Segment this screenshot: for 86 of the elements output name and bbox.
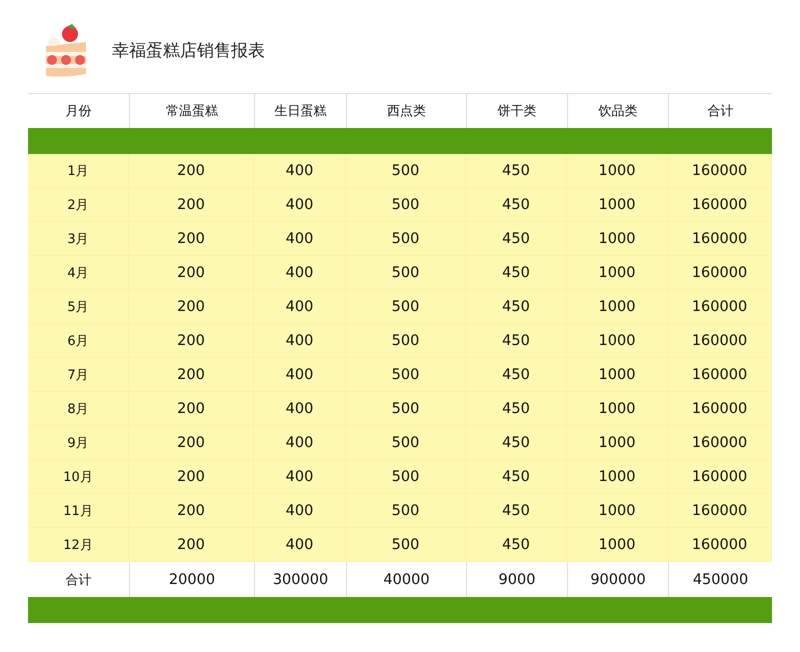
table-cell: 450 bbox=[466, 256, 567, 290]
table-cell: 200 bbox=[129, 426, 254, 460]
table-cell: 400 bbox=[254, 324, 346, 358]
table-cell: 500 bbox=[346, 154, 466, 188]
table-cell: 450 bbox=[466, 324, 567, 358]
table-cell: 200 bbox=[129, 358, 254, 392]
table-cell: 7月 bbox=[28, 358, 129, 392]
table-cell: 500 bbox=[346, 222, 466, 256]
table-cell: 160000 bbox=[668, 494, 772, 528]
table-cell: 500 bbox=[346, 528, 466, 562]
table-cell: 400 bbox=[254, 392, 346, 426]
table-cell: 4月 bbox=[28, 256, 129, 290]
table-cell: 160000 bbox=[668, 290, 772, 324]
table-cell: 160000 bbox=[668, 188, 772, 222]
table-cell: 200 bbox=[129, 324, 254, 358]
table-cell: 160000 bbox=[668, 528, 772, 562]
table-cell: 500 bbox=[346, 290, 466, 324]
table-cell: 1000 bbox=[567, 290, 668, 324]
table-cell: 1000 bbox=[567, 494, 668, 528]
table-cell: 400 bbox=[254, 358, 346, 392]
table-cell: 160000 bbox=[668, 154, 772, 188]
table-cell: 200 bbox=[129, 188, 254, 222]
table-cell: 450 bbox=[466, 154, 567, 188]
table-cell: 6月 bbox=[28, 324, 129, 358]
table-cell: 450 bbox=[466, 460, 567, 494]
table-cell: 500 bbox=[346, 256, 466, 290]
table-cell: 500 bbox=[346, 358, 466, 392]
table-cell: 400 bbox=[254, 528, 346, 562]
table-cell: 5月 bbox=[28, 290, 129, 324]
table-cell: 1000 bbox=[567, 460, 668, 494]
table-cell: 450 bbox=[466, 358, 567, 392]
table-cell: 500 bbox=[346, 392, 466, 426]
table-cell: 400 bbox=[254, 426, 346, 460]
table-cell: 500 bbox=[346, 426, 466, 460]
table-cell: 450 bbox=[466, 290, 567, 324]
table-cell: 160000 bbox=[668, 256, 772, 290]
table-cell: 160000 bbox=[668, 222, 772, 256]
table-cell: 10月 bbox=[28, 460, 129, 494]
table-cell: 400 bbox=[254, 460, 346, 494]
table-cell: 1000 bbox=[567, 528, 668, 562]
table-cell: 450 bbox=[466, 222, 567, 256]
table-cell: 160000 bbox=[668, 392, 772, 426]
table-cell: 200 bbox=[129, 154, 254, 188]
table-cell: 200 bbox=[129, 460, 254, 494]
table-cell: 11月 bbox=[28, 494, 129, 528]
table-cell: 500 bbox=[346, 188, 466, 222]
table-cell: 400 bbox=[254, 154, 346, 188]
table-cell: 1000 bbox=[567, 256, 668, 290]
table-cell: 400 bbox=[254, 188, 346, 222]
table-cell: 200 bbox=[129, 392, 254, 426]
table-cell: 450 bbox=[466, 392, 567, 426]
table-cell: 1000 bbox=[567, 188, 668, 222]
table-cell: 160000 bbox=[668, 324, 772, 358]
table-cell: 1000 bbox=[567, 154, 668, 188]
table-cell: 12月 bbox=[28, 528, 129, 562]
table-cell: 400 bbox=[254, 494, 346, 528]
table-cell: 200 bbox=[129, 256, 254, 290]
table-cell: 1000 bbox=[567, 324, 668, 358]
table-cell: 450 bbox=[466, 426, 567, 460]
table-cell: 9月 bbox=[28, 426, 129, 460]
table-cell: 2月 bbox=[28, 188, 129, 222]
table-cell: 3月 bbox=[28, 222, 129, 256]
table-cell: 500 bbox=[346, 460, 466, 494]
table-cell: 160000 bbox=[668, 426, 772, 460]
table-cell: 400 bbox=[254, 290, 346, 324]
table-cell: 200 bbox=[129, 528, 254, 562]
table-cell: 500 bbox=[346, 494, 466, 528]
table-cell: 160000 bbox=[668, 460, 772, 494]
table-cell: 400 bbox=[254, 256, 346, 290]
table-cell: 200 bbox=[129, 222, 254, 256]
table-cell: 1000 bbox=[567, 426, 668, 460]
table-cell: 500 bbox=[346, 324, 466, 358]
table-cell: 1000 bbox=[567, 392, 668, 426]
table-cell: 200 bbox=[129, 290, 254, 324]
table-cell: 450 bbox=[466, 528, 567, 562]
column-header: 月份 bbox=[64, 103, 92, 121]
table-cell: 1月 bbox=[28, 154, 129, 188]
table-cell: 8月 bbox=[28, 392, 129, 426]
table-cell: 1000 bbox=[567, 358, 668, 392]
report-title: 幸福蛋糕店销售报表 bbox=[112, 40, 265, 62]
table-cell: 200 bbox=[129, 494, 254, 528]
table-cell: 400 bbox=[254, 222, 346, 256]
table-cell: 450 bbox=[466, 188, 567, 222]
table-cell: 450 bbox=[466, 494, 567, 528]
table-cell: 1000 bbox=[567, 222, 668, 256]
table-cell: 160000 bbox=[668, 358, 772, 392]
